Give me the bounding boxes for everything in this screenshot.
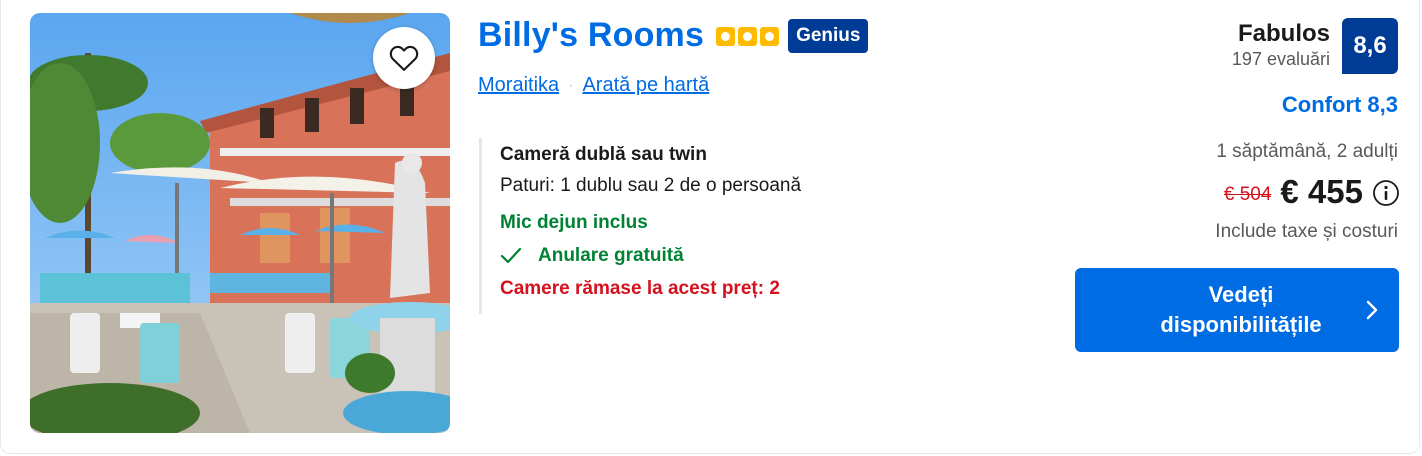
see-availability-label: Vedeți disponibilitățile bbox=[1160, 282, 1322, 337]
current-price: € 455 bbox=[1280, 173, 1363, 210]
price-row: € 504 € 455 bbox=[1224, 173, 1400, 211]
rooms-left-warning: Camere rămase la acest preț: 2 bbox=[500, 278, 780, 299]
room-name: Cameră dublă sau twin bbox=[500, 144, 707, 165]
room-beds: Paturi: 1 dublu sau 2 de o persoană bbox=[500, 175, 802, 196]
stay-details: 1 săptămână, 2 adulți bbox=[1216, 141, 1398, 162]
breakfast-included: Mic dejun inclus bbox=[500, 212, 648, 233]
location-row: Moraitika · Arată pe hartă bbox=[478, 74, 709, 97]
star-rating bbox=[716, 27, 780, 46]
review-score-badge: 8,6 bbox=[1342, 18, 1398, 74]
location-link[interactable]: Moraitika bbox=[478, 74, 559, 97]
star-icon bbox=[738, 27, 758, 46]
favorite-button[interactable] bbox=[373, 27, 435, 89]
free-cancellation: Anulare gratuită bbox=[500, 245, 899, 267]
star-icon bbox=[716, 27, 736, 46]
review-label: Fabulos bbox=[1237, 20, 1330, 47]
taxes-note: Include taxe și costuri bbox=[1215, 221, 1398, 242]
review-count: 197 evaluări bbox=[1231, 49, 1330, 69]
property-photo[interactable] bbox=[30, 13, 450, 433]
see-availability-button[interactable]: Vedeți disponibilitățile bbox=[1075, 268, 1399, 352]
review-score-text: Fabulos 197 evaluări bbox=[1232, 18, 1330, 70]
original-price: € 504 bbox=[1223, 184, 1272, 205]
free-cancellation-label: Anulare gratuită bbox=[538, 245, 684, 266]
checkmark-icon bbox=[500, 247, 522, 264]
comfort-score: Confort 8,3 bbox=[1281, 92, 1398, 117]
chevron-right-icon bbox=[1366, 300, 1378, 320]
star-icon bbox=[760, 27, 780, 46]
location-separator: · bbox=[568, 76, 574, 94]
review-score-block[interactable]: Fabulos 197 evaluări 8,6 bbox=[1232, 18, 1398, 74]
room-info: Cameră dublă sau twin Paturi: 1 dublu sa… bbox=[479, 138, 899, 314]
heart-outline-icon bbox=[389, 45, 419, 71]
genius-badge[interactable]: Genius bbox=[788, 19, 869, 53]
show-on-map-link[interactable]: Arată pe hartă bbox=[582, 74, 709, 97]
property-title-row: Billy's Rooms Genius bbox=[478, 16, 869, 55]
property-name-link[interactable]: Billy's Rooms bbox=[478, 16, 704, 55]
info-circle-icon[interactable] bbox=[1372, 179, 1400, 207]
